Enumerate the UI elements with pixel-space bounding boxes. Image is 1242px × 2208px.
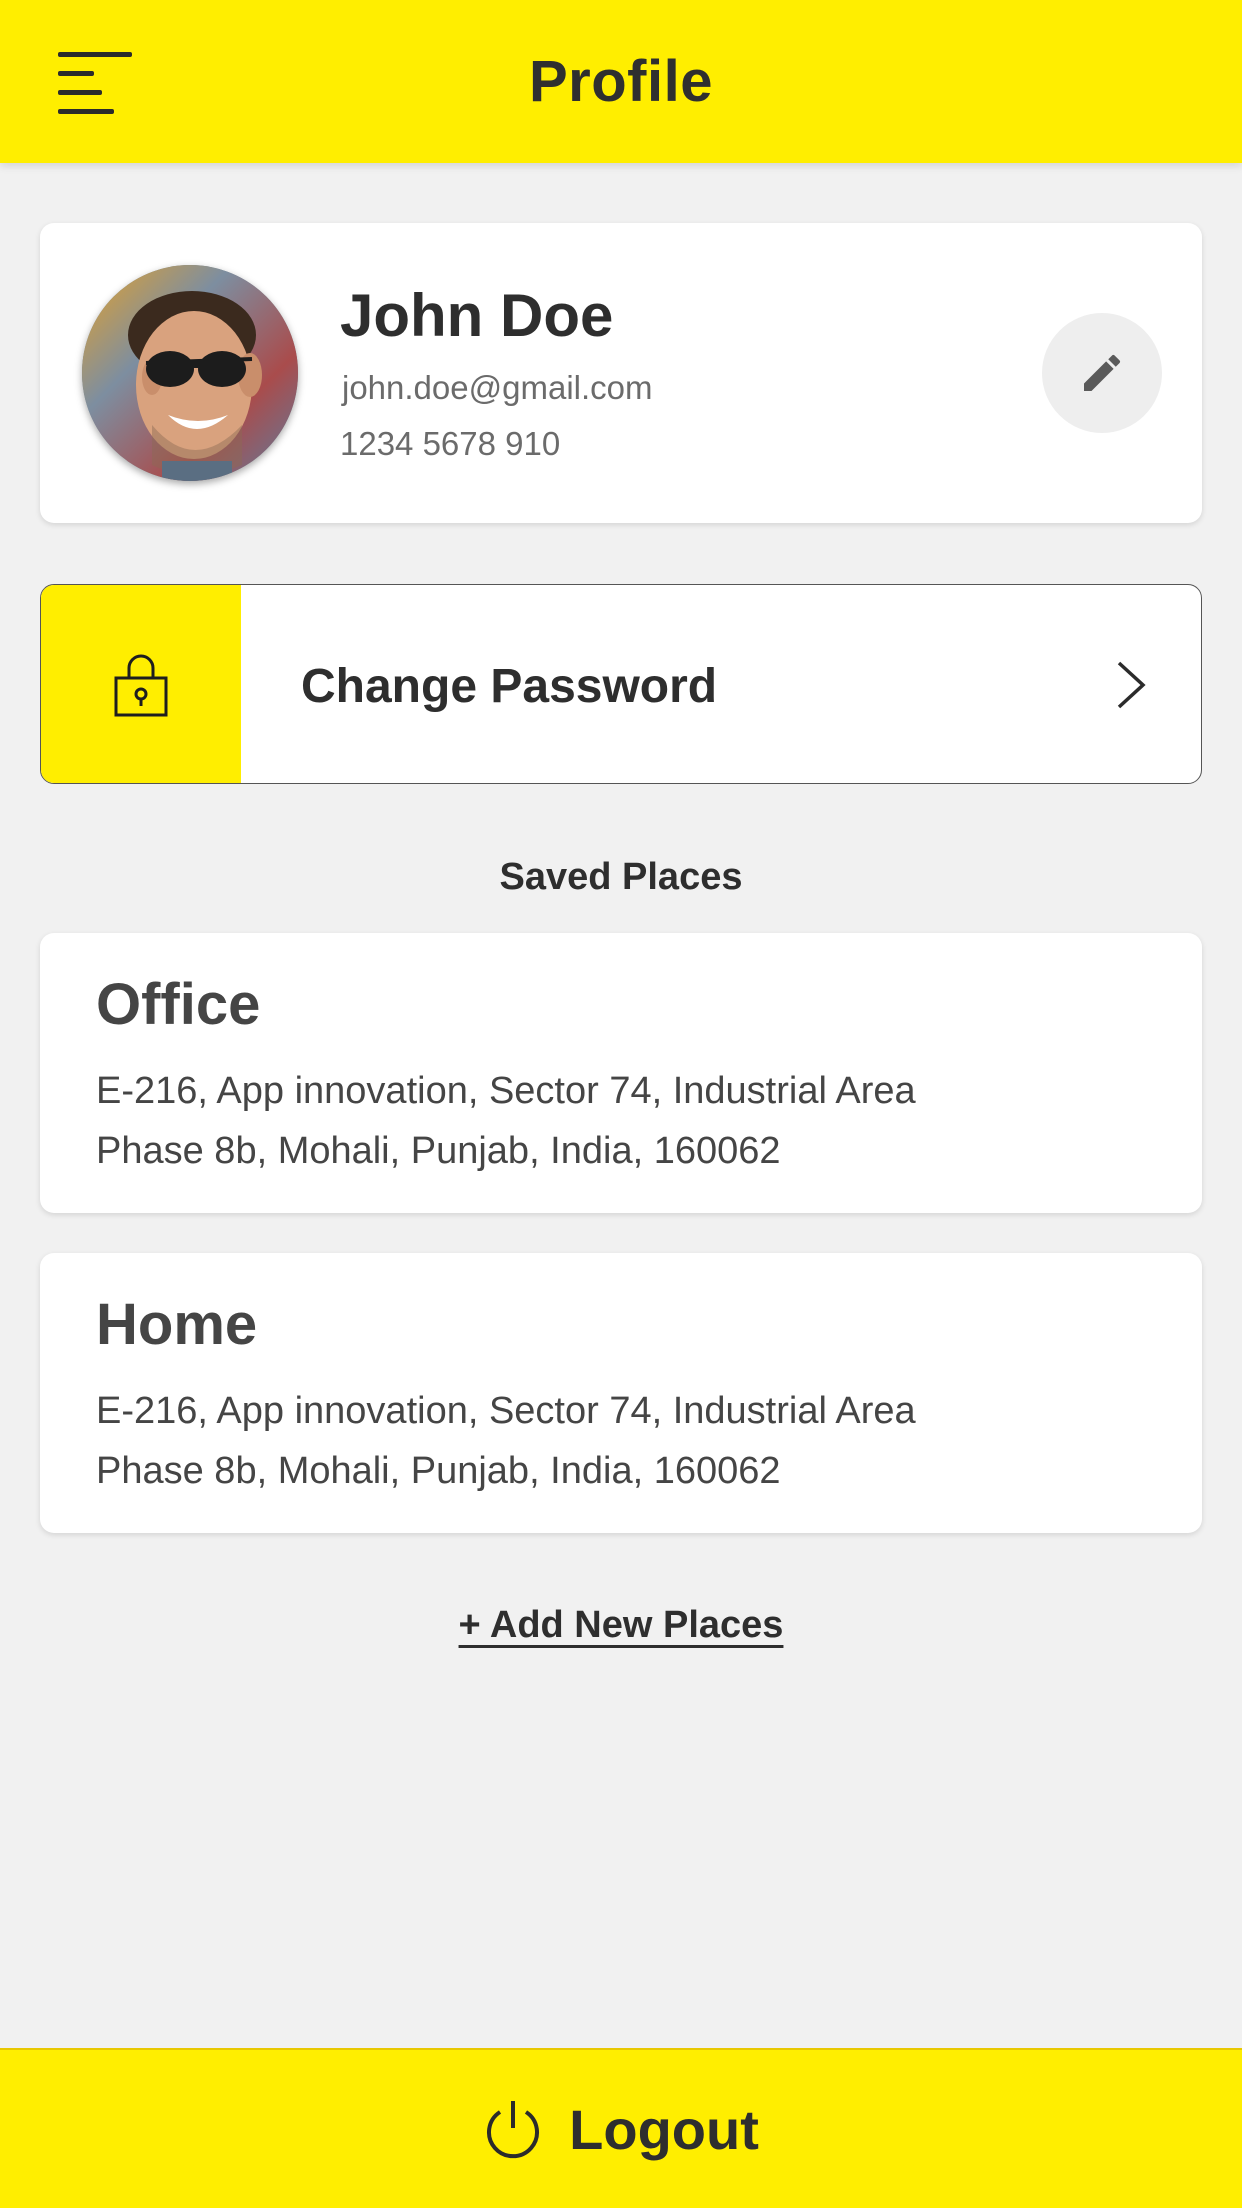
place-address-line: Phase 8b, Mohali, Punjab, India, 160062 bbox=[96, 1450, 781, 1492]
add-new-places-link[interactable]: + Add New Places bbox=[459, 1604, 784, 1646]
saved-places-heading: Saved Places bbox=[499, 856, 743, 898]
user-name: John Doe bbox=[340, 282, 614, 349]
chevron-right-icon bbox=[1117, 661, 1146, 709]
place-title: Office bbox=[96, 972, 261, 1037]
logout-button[interactable]: Logout bbox=[0, 2048, 1242, 2208]
user-phone: 1234 5678 910 bbox=[340, 425, 561, 462]
change-password-label: Change Password bbox=[301, 660, 718, 713]
profile-card: John Doe john.doe@gmail.com 1234 5678 91… bbox=[40, 223, 1202, 523]
add-new-places-container: + Add New Places bbox=[0, 1604, 1242, 1647]
place-address-line: E-216, App innovation, Sector 74, Indust… bbox=[96, 1390, 916, 1432]
hamburger-menu-icon[interactable] bbox=[58, 50, 134, 114]
change-password-row[interactable]: Change Password bbox=[40, 584, 1202, 784]
app-header: Profile bbox=[0, 0, 1242, 163]
lock-icon bbox=[114, 654, 168, 717]
place-title: Home bbox=[96, 1292, 258, 1357]
page-title: Profile bbox=[529, 49, 713, 114]
edit-profile-button[interactable] bbox=[1042, 313, 1162, 433]
place-address-line: E-216, App innovation, Sector 74, Indust… bbox=[96, 1070, 916, 1112]
logout-label: Logout bbox=[569, 2097, 759, 2161]
user-email: john.doe@gmail.com bbox=[342, 369, 653, 406]
avatar[interactable] bbox=[82, 265, 298, 481]
place-address: E-216, App innovation, Sector 74, Indust… bbox=[96, 1381, 1176, 1501]
place-address-line: Phase 8b, Mohali, Punjab, India, 160062 bbox=[96, 1130, 781, 1172]
power-icon bbox=[487, 2101, 540, 2159]
saved-place-card-home[interactable]: Home E-216, App innovation, Sector 74, I… bbox=[40, 1253, 1202, 1533]
saved-place-card-office[interactable]: Office E-216, App innovation, Sector 74,… bbox=[40, 933, 1202, 1213]
lock-icon-container bbox=[41, 585, 241, 783]
pencil-icon bbox=[1084, 354, 1121, 391]
place-address: E-216, App innovation, Sector 74, Indust… bbox=[96, 1061, 1176, 1181]
